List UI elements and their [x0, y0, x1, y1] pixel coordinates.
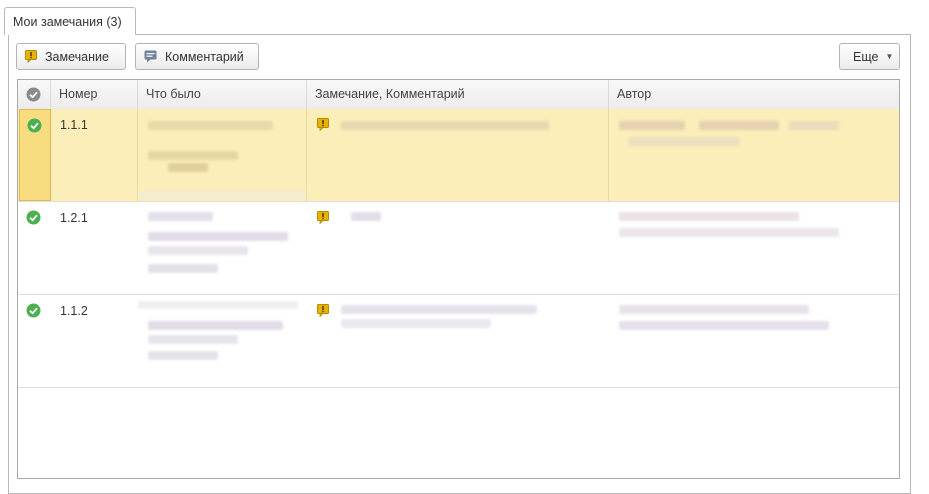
- add-comment-button[interactable]: Комментарий: [135, 43, 259, 70]
- table-row[interactable]: 1.1.1: [18, 109, 899, 202]
- tab-my-remarks[interactable]: Мои замечания (3): [4, 7, 136, 35]
- remarks-table: Номер Что было Замечание, Комментарий Ав…: [17, 79, 900, 479]
- check-all-icon: [26, 87, 41, 102]
- header-author[interactable]: Автор: [609, 80, 899, 109]
- add-remark-label: Замечание: [45, 49, 109, 64]
- what-was-cell: [138, 202, 307, 294]
- remark-icon: [317, 304, 329, 317]
- tab-label: Мои замечания (3): [13, 15, 122, 29]
- chevron-down-icon: ▼: [885, 52, 894, 61]
- table-row[interactable]: 1.2.1: [18, 202, 899, 295]
- table-header: Номер Что было Замечание, Комментарий Ав…: [18, 80, 899, 110]
- status-cell[interactable]: [18, 295, 51, 387]
- header-remark-comment[interactable]: Замечание, Комментарий: [307, 80, 609, 109]
- remark-cell: [307, 202, 609, 294]
- status-done-icon: [27, 118, 42, 133]
- author-cell: [609, 295, 899, 387]
- add-remark-button[interactable]: Замечание: [16, 43, 126, 70]
- comment-icon: [144, 50, 157, 63]
- remark-icon: [317, 211, 329, 224]
- remark-cell: [307, 295, 609, 387]
- remark-cell: [307, 109, 609, 201]
- status-done-icon: [26, 303, 41, 318]
- row-number: 1.1.1: [51, 109, 138, 201]
- table-row[interactable]: 1.1.2: [18, 295, 899, 388]
- more-label: Еще: [853, 49, 879, 64]
- what-was-cell: [138, 295, 307, 387]
- row-number: 1.2.1: [60, 211, 88, 225]
- remark-icon: [317, 118, 329, 131]
- header-status-cell[interactable]: [18, 80, 51, 109]
- add-comment-label: Комментарий: [165, 49, 244, 64]
- status-cell[interactable]: [18, 202, 51, 294]
- author-cell: [609, 202, 899, 294]
- header-number[interactable]: Номер: [51, 80, 138, 109]
- status-cell[interactable]: [19, 109, 51, 201]
- what-was-cell: [138, 109, 307, 201]
- status-done-icon: [26, 210, 41, 225]
- row-number: 1.1.2: [60, 304, 88, 318]
- header-what-was[interactable]: Что было: [138, 80, 307, 109]
- remark-icon: [25, 50, 37, 63]
- author-cell: [609, 109, 899, 201]
- more-button[interactable]: Еще ▼: [839, 43, 900, 70]
